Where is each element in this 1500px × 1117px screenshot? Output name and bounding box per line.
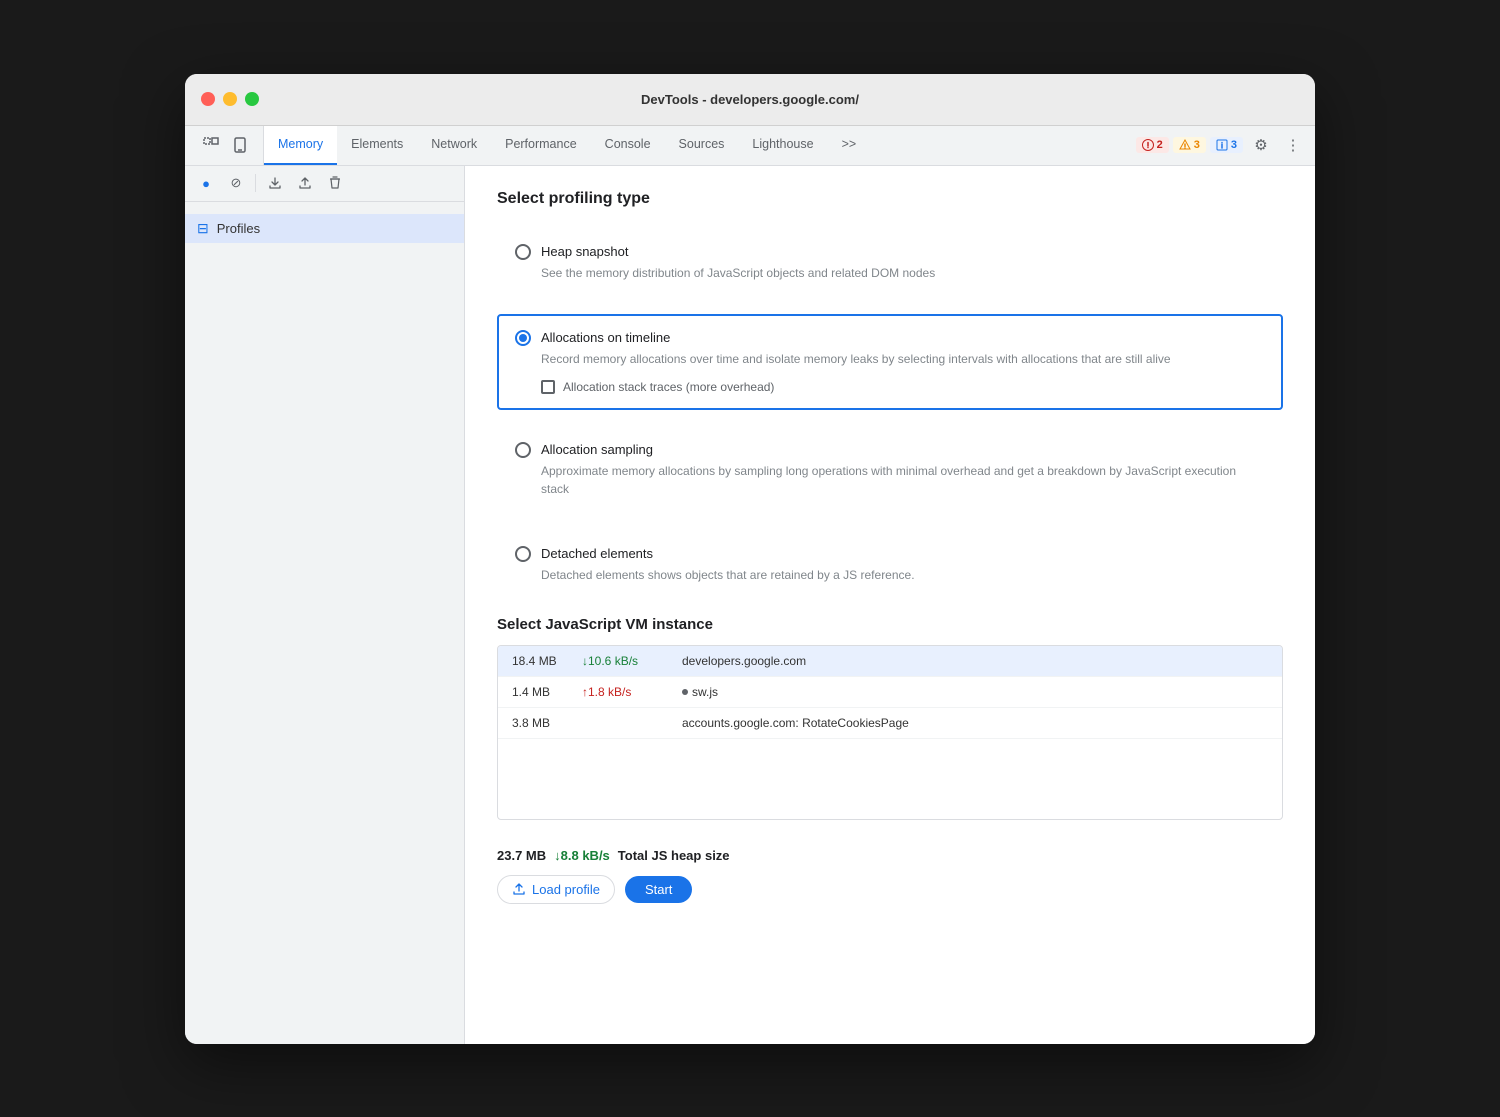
settings-icon[interactable]: ⚙ [1247, 131, 1275, 159]
vm-rate-1: ↑1.8 kB/s [582, 685, 682, 699]
vm-empty-space [498, 739, 1282, 819]
vm-mem-1: 1.4 MB [512, 685, 582, 699]
sampling-option-desc: Approximate memory allocations by sampli… [541, 462, 1265, 498]
device-icon[interactable] [227, 131, 255, 159]
sampling-option-title: Allocation sampling [541, 442, 653, 457]
vm-row-2[interactable]: 3.8 MB accounts.google.com: RotateCookie… [498, 708, 1282, 739]
timeline-option-title: Allocations on timeline [541, 330, 670, 345]
sliders-icon: ⊟ [197, 220, 209, 237]
devtools-window: DevTools - developers.google.com/ [185, 74, 1315, 1044]
vm-name-2: accounts.google.com: RotateCookiesPage [682, 716, 1268, 730]
allocation-stack-checkbox[interactable] [541, 380, 555, 394]
tabs: Memory Elements Network Performance Cons… [264, 126, 1128, 165]
sidebar: ● ⊘ [185, 166, 465, 1044]
profiles-label: Profiles [217, 221, 260, 236]
vm-name-1: sw.js [682, 685, 1268, 699]
tab-console[interactable]: Console [591, 126, 665, 165]
timeline-option[interactable]: Allocations on timeline Record memory al… [497, 314, 1283, 410]
sw-dot-icon [682, 689, 688, 695]
total-rate: ↓8.8 kB/s [554, 848, 610, 863]
load-profile-button[interactable]: Load profile [497, 875, 615, 904]
more-icon[interactable]: ⋮ [1279, 131, 1307, 159]
tab-elements[interactable]: Elements [337, 126, 417, 165]
devtools-icons [189, 126, 264, 165]
error-badge[interactable]: 2 [1136, 137, 1169, 153]
warn-badge[interactable]: 3 [1173, 137, 1206, 153]
timeline-option-header: Allocations on timeline [515, 330, 1265, 346]
footer-buttons: Load profile Start [497, 875, 1283, 904]
vm-rate-0: ↓10.6 kB/s [582, 654, 682, 668]
detached-option-desc: Detached elements shows objects that are… [541, 566, 1265, 584]
detached-option[interactable]: Detached elements Detached elements show… [497, 530, 1283, 600]
total-mem: 23.7 MB [497, 848, 546, 863]
save-button[interactable] [292, 170, 318, 196]
vm-name-0: developers.google.com [682, 654, 1268, 668]
collect-button[interactable] [322, 170, 348, 196]
warn-count: 3 [1194, 139, 1200, 151]
sampling-option-header: Allocation sampling [515, 442, 1265, 458]
vm-row-0[interactable]: 18.4 MB ↓10.6 kB/s developers.google.com [498, 646, 1282, 677]
start-button[interactable]: Start [625, 876, 692, 903]
vm-table: 18.4 MB ↓10.6 kB/s developers.google.com… [497, 645, 1283, 820]
info-count: 3 [1231, 139, 1237, 151]
heap-option-desc: See the memory distribution of JavaScrip… [541, 264, 1265, 282]
vm-mem-0: 18.4 MB [512, 654, 582, 668]
tab-performance[interactable]: Performance [491, 126, 591, 165]
load-profile-label: Load profile [532, 882, 600, 897]
divider [255, 174, 256, 192]
tab-sources[interactable]: Sources [665, 126, 739, 165]
profiles-section: ⊟ Profiles [185, 202, 464, 255]
heap-option-title: Heap snapshot [541, 244, 628, 259]
select-profiling-title: Select profiling type [497, 190, 1283, 208]
heap-radio[interactable] [515, 244, 531, 260]
info-badge[interactable]: 3 [1210, 137, 1243, 153]
vm-section-title: Select JavaScript VM instance [497, 616, 1283, 633]
titlebar: DevTools - developers.google.com/ [185, 74, 1315, 126]
allocation-stack-label: Allocation stack traces (more overhead) [563, 380, 774, 394]
footer-stats: 23.7 MB ↓8.8 kB/s Total JS heap size [497, 836, 1283, 871]
maximize-button[interactable] [245, 92, 259, 106]
window-title: DevTools - developers.google.com/ [641, 92, 859, 107]
load-upload-icon [512, 882, 526, 896]
traffic-lights [201, 92, 259, 106]
tab-memory[interactable]: Memory [264, 126, 337, 165]
error-count: 2 [1157, 139, 1163, 151]
toolbar-actions: ● ⊘ [185, 166, 464, 202]
sampling-radio[interactable] [515, 442, 531, 458]
tab-more[interactable]: >> [828, 126, 871, 165]
heap-option-header: Heap snapshot [515, 244, 1265, 260]
timeline-extra: Allocation stack traces (more overhead) [541, 380, 1265, 394]
clear-button[interactable]: ⊘ [223, 170, 249, 196]
detached-radio[interactable] [515, 546, 531, 562]
main-area: ● ⊘ [185, 166, 1315, 1044]
total-label: Total JS heap size [618, 848, 730, 863]
tab-lighthouse[interactable]: Lighthouse [738, 126, 827, 165]
load-button[interactable] [262, 170, 288, 196]
detached-option-title: Detached elements [541, 546, 653, 561]
vm-row-1[interactable]: 1.4 MB ↑1.8 kB/s sw.js [498, 677, 1282, 708]
tab-right-area: 2 3 3 [1128, 126, 1315, 165]
profiles-item[interactable]: ⊟ Profiles [185, 214, 464, 243]
minimize-button[interactable] [223, 92, 237, 106]
devtools-body: Memory Elements Network Performance Cons… [185, 126, 1315, 1044]
vm-mem-2: 3.8 MB [512, 716, 582, 730]
sampling-option[interactable]: Allocation sampling Approximate memory a… [497, 426, 1283, 514]
tabbar: Memory Elements Network Performance Cons… [185, 126, 1315, 166]
tab-network[interactable]: Network [417, 126, 491, 165]
close-button[interactable] [201, 92, 215, 106]
inspect-icon[interactable] [197, 131, 225, 159]
heap-snapshot-option[interactable]: Heap snapshot See the memory distributio… [497, 228, 1283, 298]
timeline-radio[interactable] [515, 330, 531, 346]
content-area: Select profiling type Heap snapshot See … [465, 166, 1315, 1044]
detached-option-header: Detached elements [515, 546, 1265, 562]
record-button[interactable]: ● [193, 170, 219, 196]
timeline-option-desc: Record memory allocations over time and … [541, 350, 1265, 368]
